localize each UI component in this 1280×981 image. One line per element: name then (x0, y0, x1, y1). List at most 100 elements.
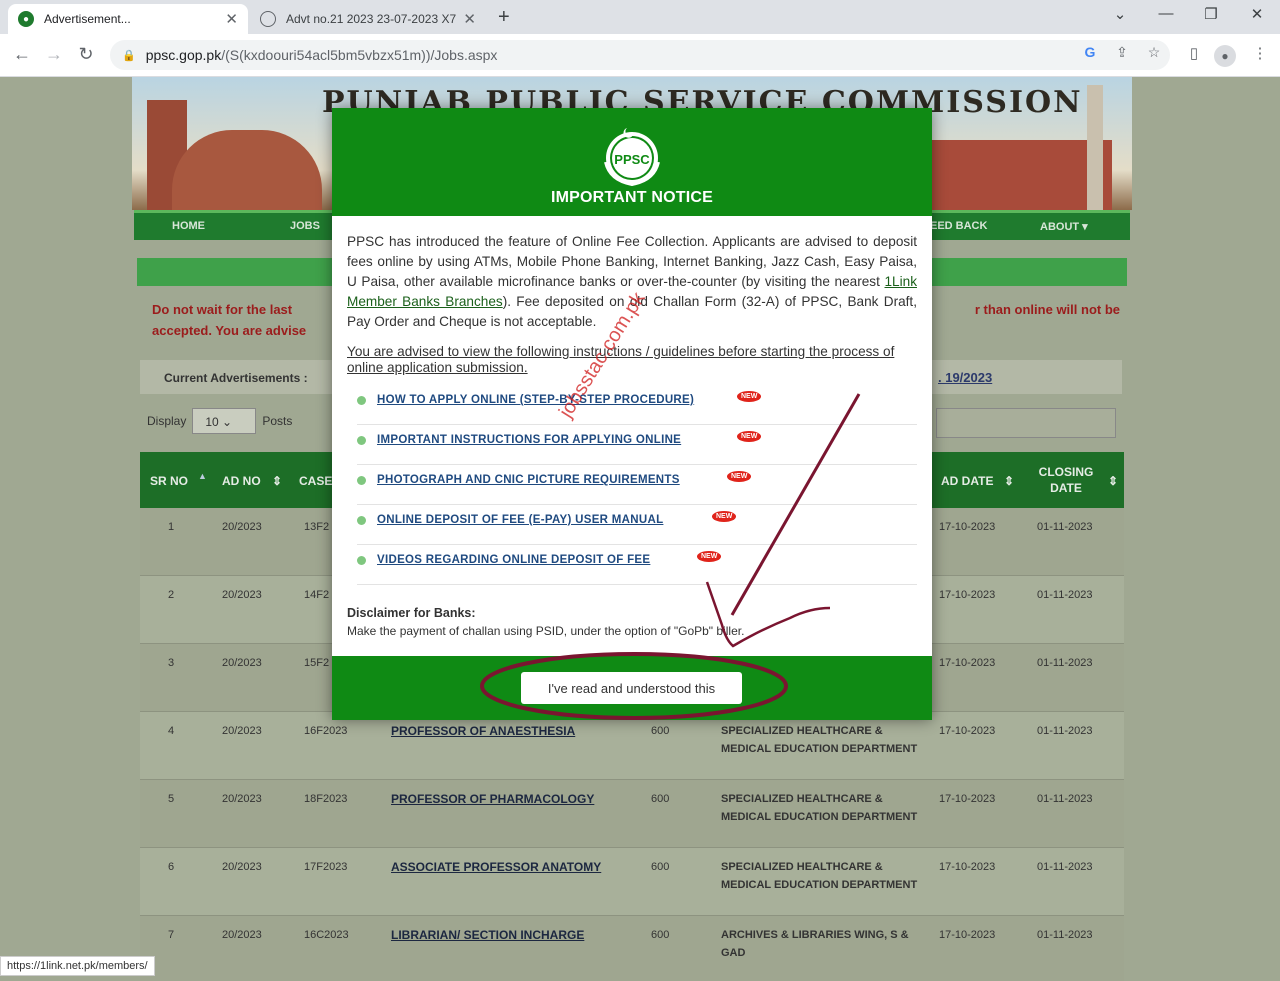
cell-ad-date: 17-10-2023 (939, 929, 996, 941)
new-badge-icon: NEW (697, 551, 722, 562)
cell-title-link[interactable]: PROFESSOR OF PHARMACOLOGY (391, 790, 594, 808)
cell-closing-date: 01-11-2023 (1037, 657, 1093, 669)
cell-pay: 600 (651, 793, 670, 805)
bullet-icon (357, 396, 366, 405)
cell-ad-date: 17-10-2023 (939, 861, 996, 873)
display-label: Display (147, 414, 187, 428)
reload-button[interactable]: ↻ (74, 44, 98, 65)
tab-close-icon[interactable]: ✕ (463, 10, 476, 28)
advised-text: You are advised to view the following in… (347, 344, 895, 375)
cell-pay: 600 (651, 861, 670, 873)
ppsc-logo-icon: PPSC (604, 128, 660, 187)
guideline-link[interactable]: ONLINE DEPOSIT OF FEE (E-PAY) USER MANUA… (377, 514, 663, 526)
cell-closing-date: 01-11-2023 (1037, 793, 1093, 805)
cell-department: SPECIALIZED HEALTHCARE & MEDICAL EDUCATI… (721, 861, 918, 891)
cell-ad-no: 20/2023 (222, 589, 262, 601)
sort-icon: ⇕ (1004, 474, 1015, 488)
table-row: 7 20/2023 16C2023 LIBRARIAN/ SECTION INCHAR… (140, 916, 1124, 981)
bookmark-star-icon[interactable]: ☆ (1144, 44, 1164, 61)
cell-closing-date: 01-11-2023 (1037, 861, 1093, 873)
sort-icon: ⇕ (1108, 474, 1119, 488)
cell-ad-no: 20/2023 (222, 521, 262, 533)
tab-advertisement[interactable]: ● Advertisement... ✕ (8, 4, 248, 34)
minimize-button[interactable]: — (1152, 5, 1180, 22)
current-ad-link[interactable]: . 19/2023 (938, 370, 992, 385)
cell-ad-date: 17-10-2023 (939, 725, 996, 737)
forward-button[interactable]: → (42, 44, 66, 65)
cell-pay: 600 (651, 725, 670, 737)
bullet-icon (357, 436, 366, 445)
new-badge-icon: NEW (737, 391, 762, 402)
cell-case-no: 18F2023 (304, 793, 348, 805)
guideline-link[interactable]: VIDEOS REGARDING ONLINE DEPOSIT OF FEE (377, 554, 650, 566)
browser-tab-bar: ● Advertisement... ✕ Advt no.21 2023 23-… (0, 0, 1280, 34)
side-panel-icon[interactable]: ▯ (1182, 44, 1206, 62)
modal-footer: I've read and understood this (332, 656, 932, 720)
page-size-select[interactable]: 10 ⌄ (192, 408, 257, 434)
th-sr-no[interactable]: SR NO (150, 474, 188, 488)
cell-case-no: 14F2 (304, 589, 330, 601)
back-button[interactable]: ← (10, 44, 34, 65)
disclaimer-text: Make the payment of challan using PSID, … (347, 624, 745, 638)
new-tab-button[interactable]: + (498, 6, 510, 29)
cell-closing-date: 01-11-2023 (1037, 725, 1093, 737)
table-row: 6 20/2023 17F2023 ASSOCIATE PROFESSOR ANATO… (140, 848, 1124, 916)
th-case[interactable]: CASE (299, 474, 332, 488)
cell-closing-date: 01-11-2023 (1037, 589, 1093, 601)
current-ads-label: Current Advertisements : (164, 371, 308, 385)
notice-part-1: PPSC has introduced the feature of Onlin… (347, 234, 917, 289)
tab-search-icon[interactable]: ⌄ (1106, 5, 1134, 23)
nav-feedback[interactable]: EED BACK (930, 220, 987, 232)
modal-title: IMPORTANT NOTICE (550, 189, 713, 206)
sort-icon: ▲ (198, 471, 207, 481)
close-window-button[interactable]: ✕ (1243, 5, 1271, 23)
read-understood-button[interactable]: I've read and understood this (521, 672, 742, 704)
th-ad-no[interactable]: AD NO (222, 474, 261, 488)
bullet-icon (357, 556, 366, 565)
cell-ad-no: 20/2023 (222, 793, 262, 805)
menu-kebab-icon[interactable]: ⋮ (1248, 44, 1272, 62)
cell-ad-no: 20/2023 (222, 929, 262, 941)
guideline-link[interactable]: PHOTOGRAPH AND CNIC PICTURE REQUIREMENTS (377, 474, 680, 486)
cell-sr-no: 2 (168, 589, 175, 601)
cell-title-link[interactable]: ASSOCIATE PROFESSOR ANATOMY (391, 858, 601, 876)
table-search-input[interactable] (936, 408, 1116, 438)
url-host: ppsc.gop.pk (145, 47, 222, 63)
table-row: 5 20/2023 18F2023 PROFESSOR OF PHARMACOLOGY… (140, 780, 1124, 848)
cell-ad-no: 20/2023 (222, 725, 262, 737)
ppsc-favicon-icon: ● (18, 11, 34, 27)
cell-title-link[interactable]: PROFESSOR OF ANAESTHESIA (391, 722, 575, 740)
link-status-bar: https://1link.net.pk/members/ (0, 956, 155, 976)
cell-case-no: 16F2023 (304, 725, 348, 737)
cell-title-link[interactable]: LIBRARIAN/ SECTION INCHARGE (391, 926, 584, 944)
new-badge-icon: NEW (712, 511, 737, 522)
tab-advt-no21[interactable]: Advt no.21 2023 23-07-2023 X7 ✕ (250, 4, 486, 34)
guideline-link[interactable]: HOW TO APPLY ONLINE (STEP-BY-STEP PROCED… (377, 394, 694, 406)
cell-department: SPECIALIZED HEALTHCARE & MEDICAL EDUCATI… (721, 725, 918, 755)
cell-department: SPECIALIZED HEALTHCARE & MEDICAL EDUCATI… (721, 793, 918, 823)
google-lens-icon[interactable]: G (1080, 44, 1100, 60)
tab-close-icon[interactable]: ✕ (225, 10, 238, 28)
th-ad-date[interactable]: AD DATE (941, 474, 993, 488)
restore-button[interactable]: ❐ (1197, 5, 1225, 23)
address-bar[interactable]: 🔒 ppsc.gop.pk /(S(kxdoouri54acl5bm5vbzx5… (110, 40, 1170, 70)
guideline-item: PHOTOGRAPH AND CNIC PICTURE REQUIREMENTS… (357, 465, 917, 505)
nav-jobs[interactable]: JOBS (290, 220, 320, 232)
tab-title: Advt no.21 2023 23-07-2023 X7 (286, 12, 457, 26)
cell-ad-date: 17-10-2023 (939, 793, 996, 805)
cell-sr-no: 1 (168, 521, 175, 533)
nav-about[interactable]: ABOUT ▾ (1040, 220, 1088, 233)
tab-title: Advertisement... (44, 12, 131, 26)
browser-toolbar: ← → ↻ 🔒 ppsc.gop.pk /(S(kxdoouri54acl5bm… (0, 34, 1280, 77)
guideline-link[interactable]: IMPORTANT INSTRUCTIONS FOR APPLYING ONLI… (377, 434, 681, 446)
profile-avatar-icon[interactable]: ● (1214, 45, 1236, 67)
cell-case-no: 13F2 (304, 521, 330, 533)
share-icon[interactable]: ⇪ (1112, 44, 1132, 61)
th-closing-date[interactable]: CLOSING DATE (1036, 464, 1096, 496)
globe-icon (260, 11, 276, 27)
guideline-item: HOW TO APPLY ONLINE (STEP-BY-STEP PROCED… (357, 385, 917, 425)
cell-ad-date: 17-10-2023 (939, 589, 996, 601)
nav-home[interactable]: HOME (172, 220, 205, 232)
cell-ad-date: 17-10-2023 (939, 657, 996, 669)
cell-ad-no: 20/2023 (222, 861, 262, 873)
